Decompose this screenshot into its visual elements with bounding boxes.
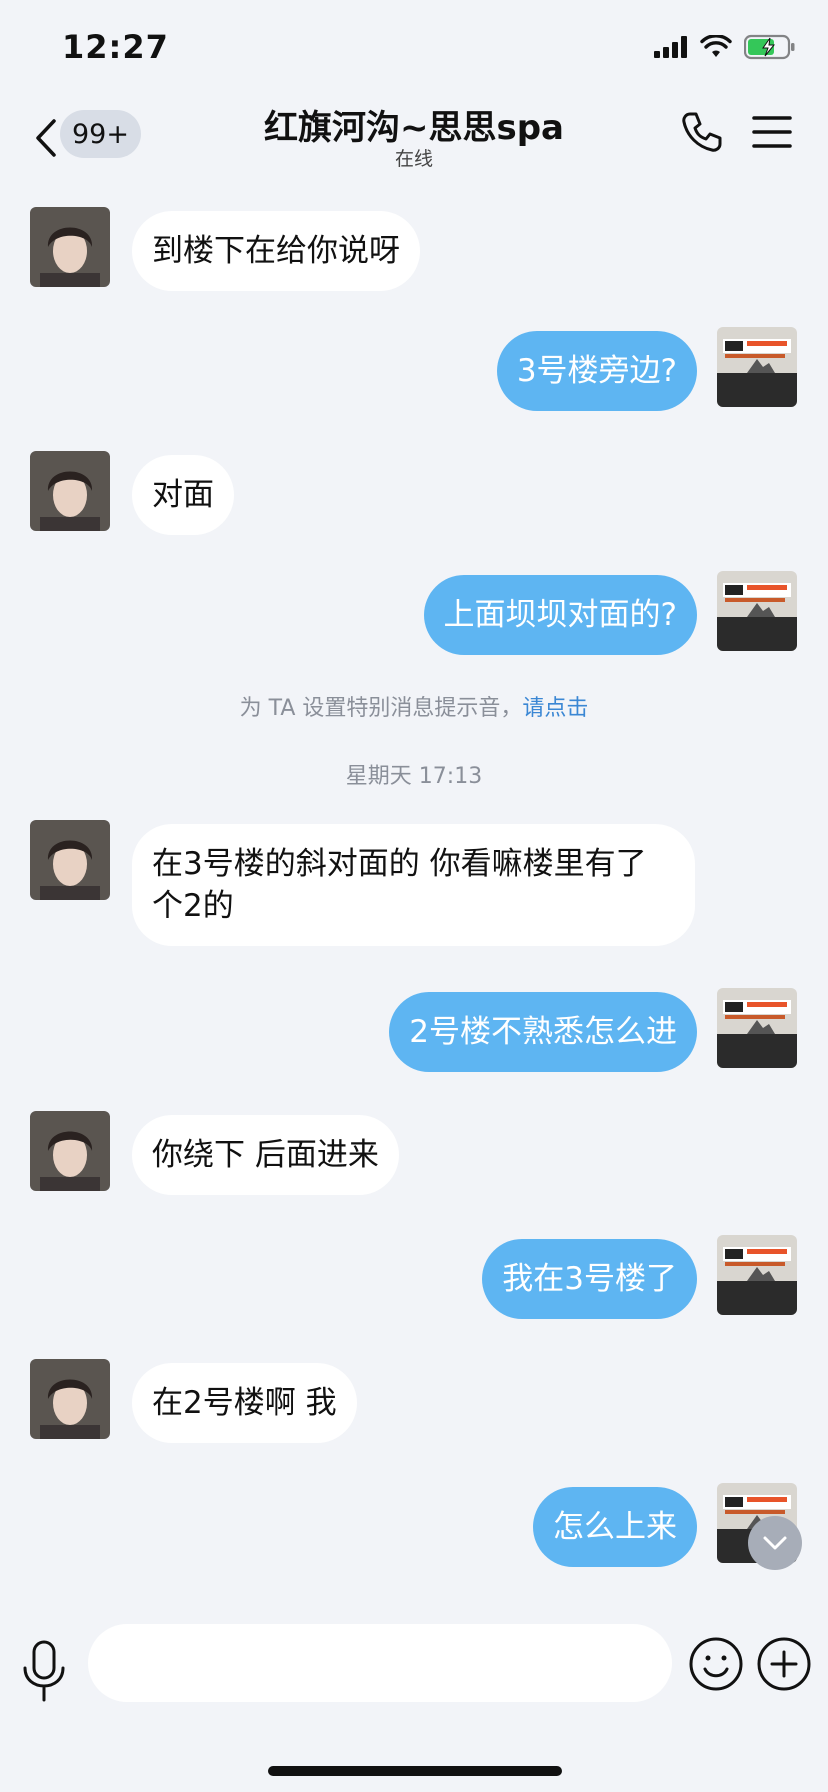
more-actions-button[interactable] xyxy=(756,1636,812,1692)
message-bubble-outgoing[interactable]: 2号楼不熟悉怎么进 xyxy=(389,992,697,1072)
message-bubble-outgoing[interactable]: 我在3号楼了 xyxy=(482,1239,697,1319)
microphone-icon xyxy=(23,1640,65,1702)
contact-avatar[interactable] xyxy=(30,1111,110,1191)
plus-circle-icon xyxy=(757,1637,811,1691)
call-button[interactable] xyxy=(678,108,726,156)
phone-icon xyxy=(682,112,722,152)
chevron-down-icon xyxy=(763,1536,787,1550)
scroll-to-bottom-button[interactable] xyxy=(748,1516,802,1570)
message-bubble-incoming[interactable]: 在3号楼的斜对面的 你看嘛楼里有了个2的 xyxy=(132,824,695,946)
emoji-button[interactable] xyxy=(688,1636,744,1692)
contact-avatar[interactable] xyxy=(30,1359,110,1439)
user-avatar[interactable] xyxy=(717,1235,797,1315)
voice-input-button[interactable] xyxy=(20,1640,68,1704)
message-bubble-incoming[interactable]: 到楼下在给你说呀 xyxy=(132,211,420,291)
message-input[interactable] xyxy=(88,1624,672,1702)
contact-avatar[interactable] xyxy=(30,451,110,531)
chat-header: 99+ 红旗河沟~思思spa 在线 xyxy=(0,96,828,194)
status-bar: 12:27 xyxy=(0,0,828,96)
message-bubble-outgoing[interactable]: 上面坝坝对面的? xyxy=(423,575,697,655)
input-bar xyxy=(0,1596,828,1792)
home-indicator[interactable] xyxy=(268,1766,562,1776)
system-notice-link[interactable]: 请点击 xyxy=(522,696,588,721)
user-avatar[interactable] xyxy=(717,571,797,651)
status-icons xyxy=(654,34,796,60)
status-time: 12:27 xyxy=(62,28,169,66)
wifi-icon xyxy=(700,35,732,57)
message-bubble-outgoing[interactable]: 3号楼旁边? xyxy=(496,331,697,411)
chat-screen: 12:27 99+ 红旗河沟~思思spa 在线 到楼下在给你说呀 3号楼旁边? … xyxy=(0,0,828,1792)
menu-button[interactable] xyxy=(750,110,794,154)
contact-avatar[interactable] xyxy=(30,820,110,900)
message-bubble-incoming[interactable]: 在2号楼啊 我 xyxy=(132,1363,357,1443)
battery-charging-icon xyxy=(744,34,795,60)
system-notice-text: 为 TA 设置特别消息提示音， xyxy=(239,696,523,721)
message-timestamp: 星期天 17:13 xyxy=(345,764,483,789)
user-avatar[interactable] xyxy=(717,327,797,407)
contact-avatar[interactable] xyxy=(30,207,110,287)
user-avatar[interactable] xyxy=(717,988,797,1068)
smiley-icon xyxy=(689,1637,743,1691)
message-bubble-incoming[interactable]: 你绕下 后面进来 xyxy=(132,1115,399,1195)
system-notice: 为 TA 设置特别消息提示音，请点击 xyxy=(0,690,828,722)
message-bubble-incoming[interactable]: 对面 xyxy=(132,455,234,535)
menu-icon xyxy=(752,116,792,148)
signal-icon xyxy=(654,36,687,58)
message-bubble-outgoing[interactable]: 怎么上来 xyxy=(533,1487,697,1567)
